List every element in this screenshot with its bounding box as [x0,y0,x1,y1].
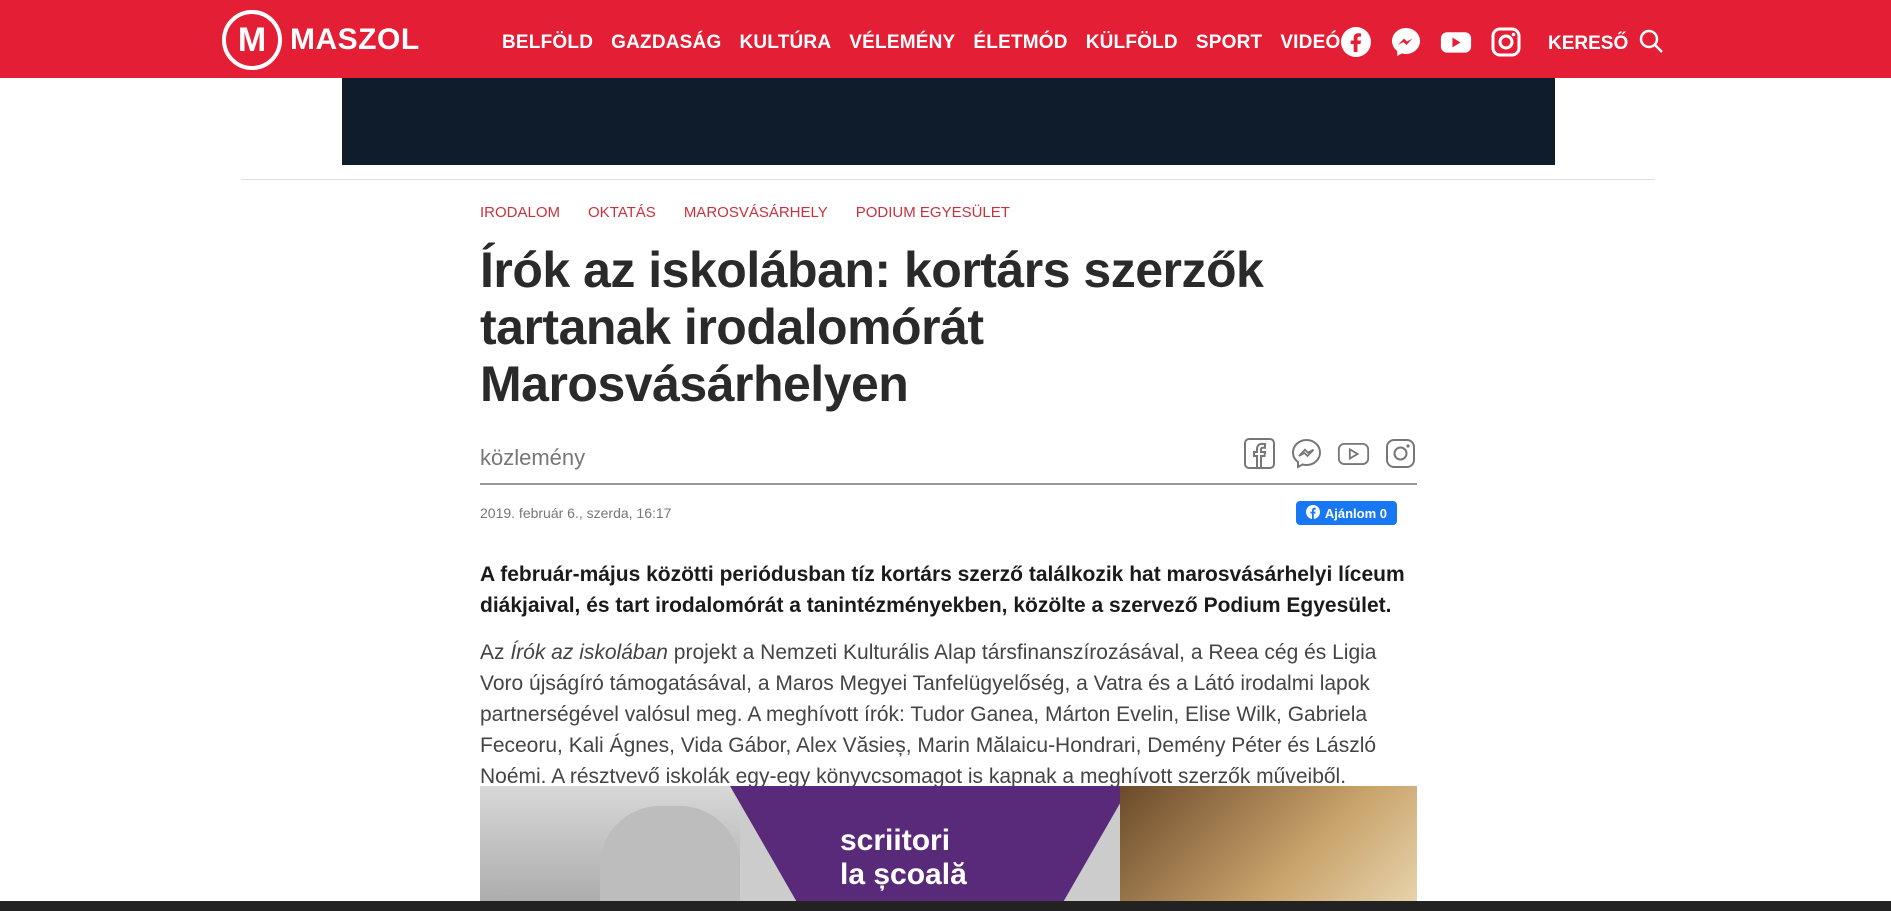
nav-item-sport[interactable]: SPORT [1196,32,1262,54]
fb-like-label: Ajánlom 0 [1324,505,1387,521]
messenger-share-icon[interactable] [1290,437,1323,470]
image-person-left [600,806,740,911]
top-navigation-bar: M MASZOL BELFÖLD GAZDASÁG KULTÚRA VÉLEMÉ… [0,0,1891,78]
youtube-icon[interactable] [1440,26,1472,58]
nav-item-gazdasag[interactable]: GAZDASÁG [611,32,721,54]
instagram-icon[interactable] [1490,26,1522,58]
search-icon [1638,28,1664,60]
fb-like-icon [1305,504,1320,522]
search-button[interactable]: KERESŐ [1548,28,1664,60]
image-right-part [1120,786,1417,911]
article-body: Az Írók az iskolában projekt a Nemzeti K… [480,637,1417,792]
article-byline: közlemény [480,445,586,470]
body-prefix: Az [480,641,511,664]
article-lead: A február-május közötti periódusban tíz … [480,563,1405,617]
article-image[interactable]: scriitori la școală [480,786,1417,911]
facebook-icon[interactable] [1340,26,1372,58]
logo-text: MASZOL [290,23,420,56]
share-icons [1243,437,1417,470]
ad-banner[interactable] [342,78,1555,165]
nav-item-video[interactable]: VIDEÓ [1280,32,1340,54]
youtube-share-icon[interactable] [1337,437,1370,470]
meta-row: 2019. február 6., szerda, 16:17 Ajánlom … [480,485,1417,535]
instagram-share-icon[interactable] [1384,437,1417,470]
tag-irodalom[interactable]: IRODALOM [480,204,560,221]
divider [241,179,1655,180]
site-logo[interactable]: M MASZOL [222,10,420,70]
project-name: Írók az iskolában [510,641,668,664]
article-title: Írók az iskolában: kortárs szerzők tarta… [480,242,1264,412]
messenger-icon[interactable] [1390,26,1422,58]
fb-like-button[interactable]: Ajánlom 0 [1295,501,1397,525]
nav-item-velemeny[interactable]: VÉLEMÉNY [849,32,955,54]
nav-item-belfold[interactable]: BELFÖLD [502,32,593,54]
nav-item-kulfold[interactable]: KÜLFÖLD [1086,32,1178,54]
image-text-line2: la școală [840,858,967,891]
tag-oktatas[interactable]: OKTATÁS [588,204,656,221]
search-label: KERESŐ [1548,33,1629,54]
nav-item-eletmod[interactable]: ÉLETMÓD [973,32,1067,54]
tag-list: IRODALOM OKTATÁS MAROSVÁSÁRHELY PODIUM E… [480,200,1417,224]
article: IRODALOM OKTATÁS MAROSVÁSÁRHELY PODIUM E… [480,200,1417,792]
image-caption-text: scriitori la școală [840,824,967,892]
nav-item-kultura[interactable]: KULTÚRA [739,32,831,54]
byline-row: közlemény [480,435,1417,485]
logo-mark: M [222,10,282,70]
social-links [1340,26,1522,58]
taskbar-strip [0,901,1891,911]
main-nav: BELFÖLD GAZDASÁG KULTÚRA VÉLEMÉNY ÉLETMÓ… [502,0,1340,86]
tag-marosvasarhely[interactable]: MAROSVÁSÁRHELY [684,204,828,221]
facebook-share-icon[interactable] [1243,437,1276,470]
publish-date: 2019. február 6., szerda, 16:17 [480,505,672,521]
tag-podium-egyesulet[interactable]: PODIUM EGYESÜLET [856,204,1010,221]
image-text-line1: scriitori [840,824,951,857]
